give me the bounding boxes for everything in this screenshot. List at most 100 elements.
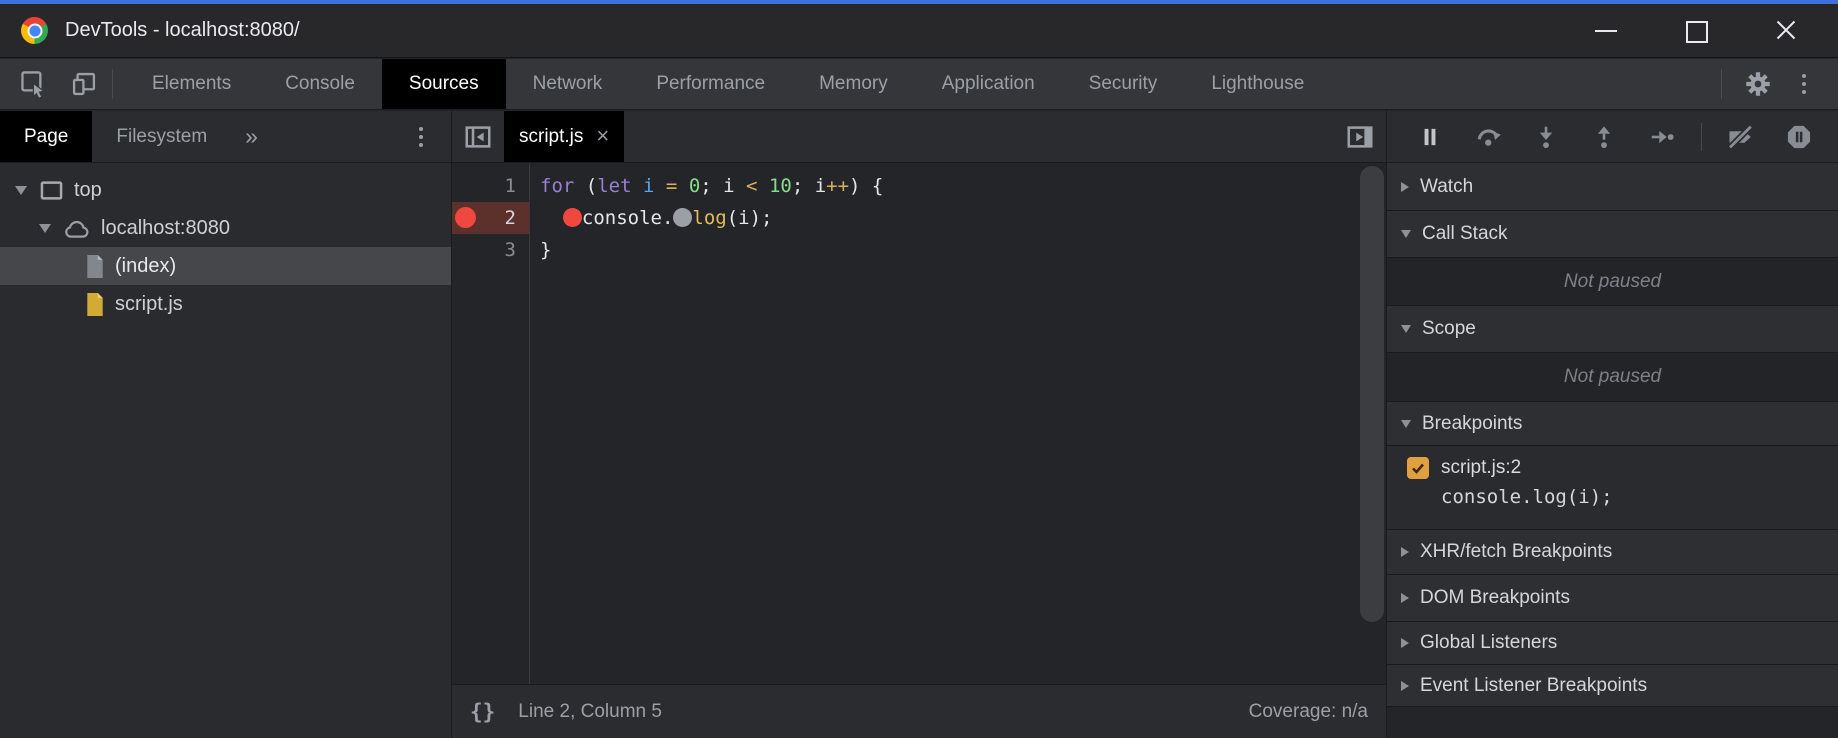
expanded-arrow-icon — [1401, 230, 1411, 238]
debugger-toolbar — [1387, 111, 1838, 163]
scope-body: Not paused — [1387, 353, 1838, 402]
tree-item-top[interactable]: top — [0, 171, 451, 209]
navigator-more-menu-button[interactable] — [419, 127, 423, 147]
section-watch[interactable]: Watch — [1387, 163, 1838, 211]
tab-sources[interactable]: Sources — [382, 59, 506, 109]
line-number-breakpoint[interactable]: 2 — [452, 202, 529, 234]
step-into-button[interactable] — [1531, 122, 1561, 152]
gutter[interactable]: 1 2 3 — [452, 163, 530, 684]
breakpoint-entry[interactable]: script.js:2 — [1407, 457, 1838, 479]
expand-arrow-icon[interactable] — [10, 186, 32, 195]
more-tabs-icon[interactable]: » — [245, 111, 258, 162]
breakpoint-location: script.js:2 — [1441, 457, 1521, 479]
file-tree: top localhost:8080 — [0, 163, 451, 738]
breakpoints-body: script.js:2 console.log(i); — [1387, 446, 1838, 530]
tab-performance[interactable]: Performance — [629, 59, 792, 109]
tab-memory[interactable]: Memory — [792, 59, 915, 109]
tab-application[interactable]: Application — [915, 59, 1062, 109]
more-options-button[interactable] — [1788, 66, 1820, 102]
tab-elements[interactable]: Elements — [125, 59, 258, 109]
expanded-arrow-icon — [1401, 325, 1411, 333]
tree-item-label: script.js — [115, 293, 183, 316]
section-xhr-breakpoints[interactable]: XHR/fetch Breakpoints — [1387, 530, 1838, 575]
hide-debugger-button[interactable] — [1334, 111, 1386, 162]
section-label: Global Listeners — [1420, 632, 1557, 654]
sidebar-filler — [1387, 707, 1838, 738]
breakpoint-snippet: console.log(i); — [1441, 486, 1838, 508]
code-token — [540, 207, 563, 229]
editor-tab-scriptjs[interactable]: script.js × — [504, 111, 624, 162]
inline-breakpoint-candidate-icon[interactable] — [673, 208, 692, 227]
step-out-icon — [1591, 124, 1617, 150]
pause-on-exceptions-button[interactable] — [1784, 122, 1814, 152]
debugger-toolbar-divider — [1701, 123, 1702, 151]
code-line-2: console.log(i); — [531, 202, 1358, 234]
tab-network[interactable]: Network — [506, 59, 630, 109]
breakpoint-checkbox[interactable] — [1407, 457, 1429, 479]
step-out-button[interactable] — [1589, 122, 1619, 152]
inspect-element-button[interactable] — [18, 66, 50, 102]
close-button[interactable] — [1774, 18, 1798, 42]
section-event-listener-breakpoints[interactable]: Event Listener Breakpoints — [1387, 665, 1838, 707]
minimize-button[interactable] — [1594, 18, 1618, 42]
navigator-header: Page Filesystem » — [0, 111, 451, 163]
expand-arrow-icon[interactable] — [34, 224, 56, 233]
deactivate-breakpoints-icon — [1726, 123, 1756, 151]
section-dom-breakpoints[interactable]: DOM Breakpoints — [1387, 575, 1838, 622]
code-area[interactable]: for (let i = 0; i < 10; i++) { console.l… — [531, 170, 1358, 684]
code-token: (i); — [727, 207, 773, 229]
pause-script-button[interactable] — [1415, 122, 1445, 152]
toolbar-right-controls — [1709, 59, 1838, 109]
inline-breakpoint-icon[interactable] — [563, 208, 582, 227]
tab-security[interactable]: Security — [1062, 59, 1185, 109]
navigator-tab-filesystem[interactable]: Filesystem — [92, 111, 231, 162]
section-scope[interactable]: Scope — [1387, 306, 1838, 353]
code-token: 0 — [689, 175, 700, 197]
code-token: ) { — [849, 175, 883, 197]
tree-item-script[interactable]: script.js — [0, 285, 451, 323]
pretty-print-button[interactable]: {} — [470, 700, 495, 724]
devtools-toolbar: Elements Console Sources Network Perform… — [0, 59, 1838, 110]
code-token: i — [643, 175, 654, 197]
scope-status: Not paused — [1564, 366, 1661, 388]
gear-icon — [1743, 69, 1773, 99]
device-toolbar-button[interactable] — [68, 66, 100, 102]
section-breakpoints[interactable]: Breakpoints — [1387, 402, 1838, 446]
navigator-tab-page[interactable]: Page — [0, 111, 92, 162]
editor-scrollbar-thumb[interactable] — [1360, 166, 1384, 622]
code-token: ; i — [700, 175, 746, 197]
code-line-1: for (let i = 0; i < 10; i++) { — [531, 170, 1358, 202]
call-stack-status: Not paused — [1564, 271, 1661, 293]
maximize-button[interactable] — [1684, 18, 1708, 42]
debugger-sidebar: Watch Call Stack Not paused Scope Not pa… — [1387, 111, 1838, 738]
line-number[interactable]: 3 — [452, 234, 529, 266]
editor-pane: script.js × 1 — [452, 111, 1387, 738]
line-number[interactable]: 1 — [452, 170, 529, 202]
section-global-listeners[interactable]: Global Listeners — [1387, 622, 1838, 665]
panel-left-icon — [463, 122, 493, 152]
inspect-cursor-icon — [19, 69, 49, 99]
editor-tab-bar: script.js × — [452, 111, 1386, 163]
tree-item-label: (index) — [115, 255, 176, 278]
tree-item-index[interactable]: (index) — [0, 247, 451, 285]
pause-icon — [1417, 124, 1443, 150]
code-token: ( — [574, 175, 597, 197]
tree-item-label: top — [74, 179, 102, 202]
panel-right-icon — [1345, 122, 1375, 152]
deactivate-breakpoints-button[interactable] — [1726, 122, 1756, 152]
panel-tabs: Elements Console Sources Network Perform… — [125, 59, 1331, 109]
code-token — [632, 175, 643, 197]
settings-button[interactable] — [1742, 66, 1774, 102]
tab-console[interactable]: Console — [258, 59, 382, 109]
step-into-icon — [1533, 124, 1559, 150]
tab-close-icon[interactable]: × — [596, 123, 609, 149]
breakpoint-marker-icon[interactable] — [455, 207, 476, 228]
window-controls — [1594, 18, 1838, 42]
hide-navigator-button[interactable] — [452, 111, 504, 162]
section-call-stack[interactable]: Call Stack — [1387, 211, 1838, 258]
step-over-button[interactable] — [1473, 122, 1503, 152]
tab-lighthouse[interactable]: Lighthouse — [1184, 59, 1331, 109]
code-editor[interactable]: 1 2 3 for (let i = 0; i < 10; i++) { con… — [452, 163, 1386, 684]
tree-item-origin[interactable]: localhost:8080 — [0, 209, 451, 247]
step-button[interactable] — [1647, 122, 1677, 152]
